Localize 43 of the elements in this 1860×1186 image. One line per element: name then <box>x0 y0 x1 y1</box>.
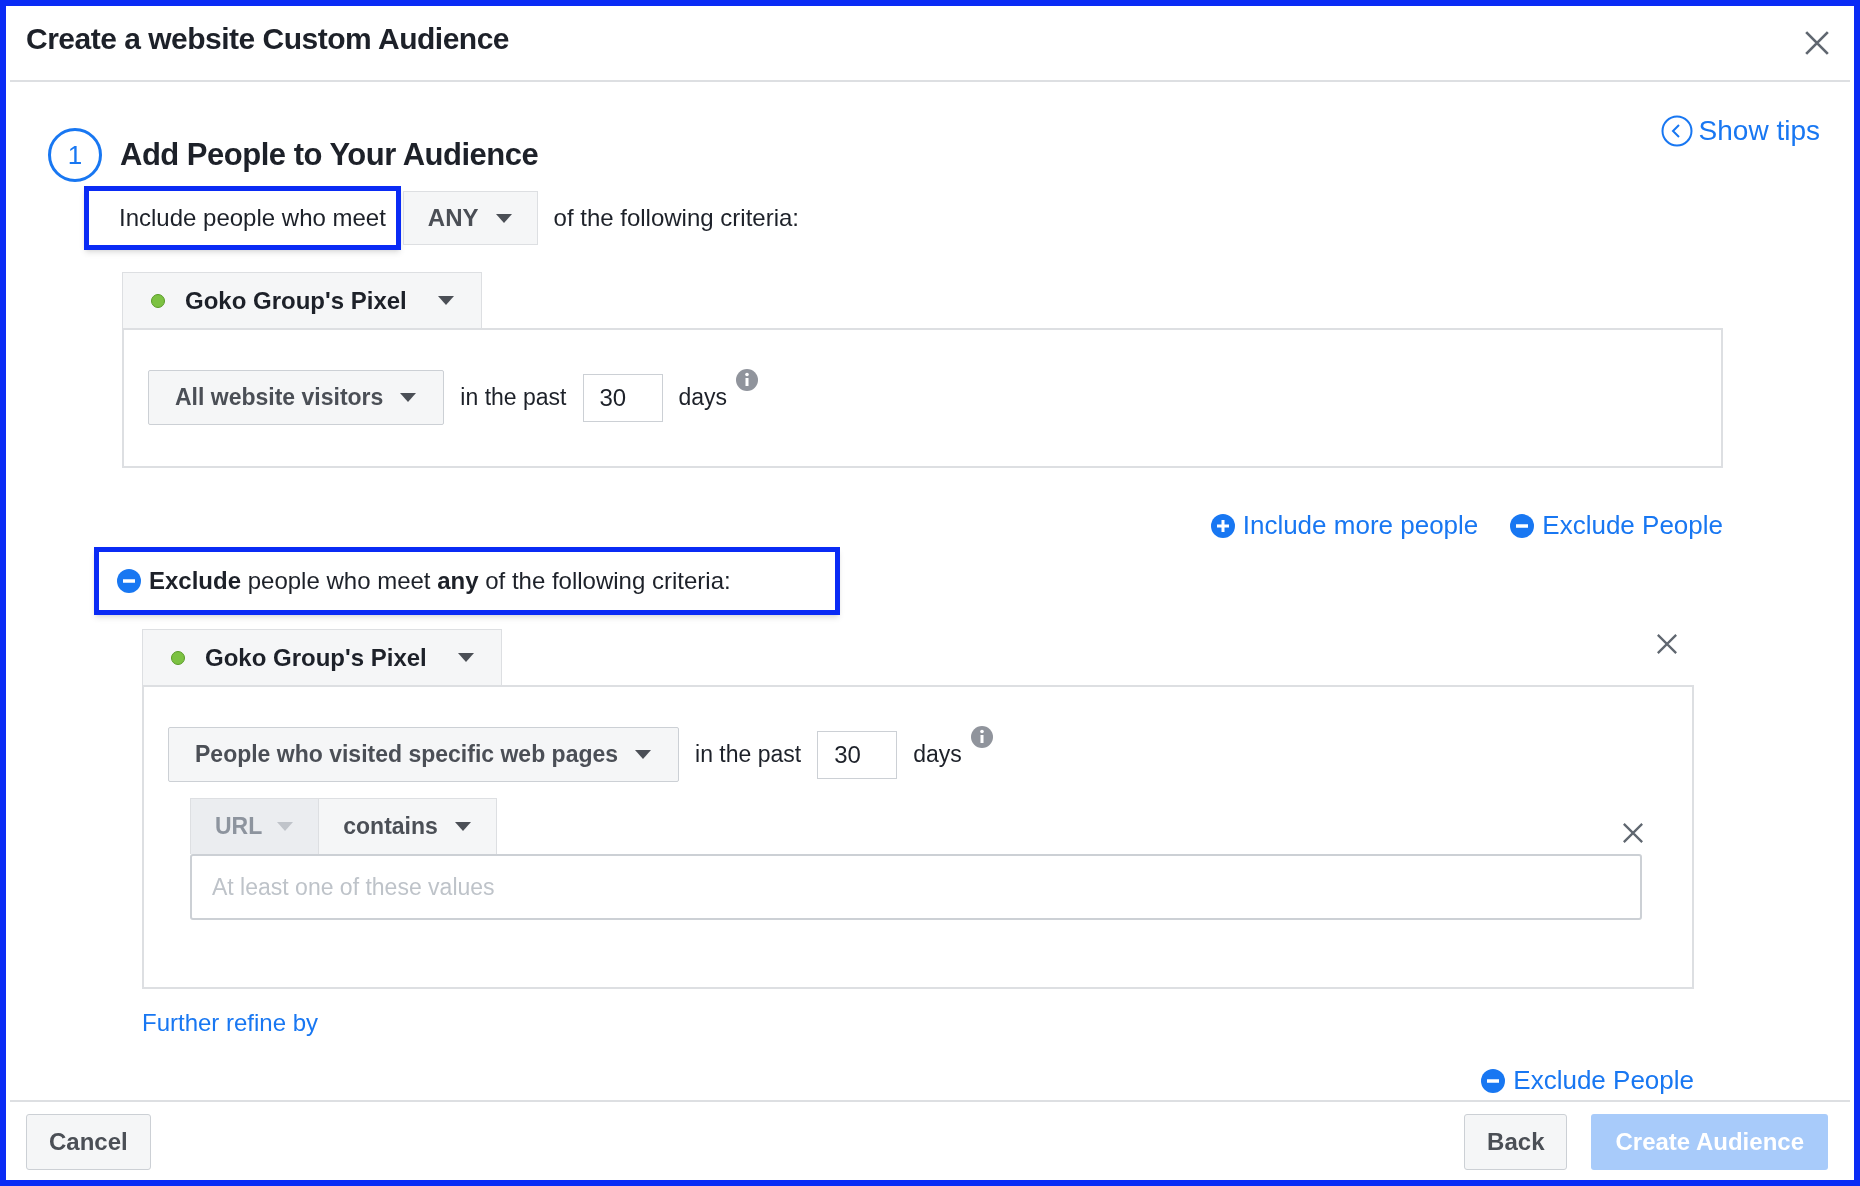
plus-circle-icon <box>1210 513 1235 538</box>
back-button[interactable]: Back <box>1464 1114 1568 1170</box>
info-icon <box>969 725 994 749</box>
exclude-link[interactable]: Exclude People <box>1510 506 1723 545</box>
minus-circle-icon <box>117 569 141 593</box>
days-input[interactable]: 30 <box>582 373 663 422</box>
step-number: 1 <box>48 128 102 182</box>
pixel-dropdown[interactable]: Goko Group's Pixel <box>122 272 482 328</box>
include-more-link[interactable]: Include more people <box>1210 506 1479 545</box>
close-icon[interactable] <box>1804 30 1830 56</box>
info-icon <box>735 368 760 392</box>
exclude-link[interactable]: Exclude People <box>1481 1061 1694 1100</box>
caret-icon <box>456 652 475 663</box>
in-the-past-label: in the past <box>460 383 567 413</box>
show-tips-link[interactable]: Show tips <box>1660 110 1820 152</box>
match-dropdown[interactable]: ANY <box>402 191 538 245</box>
further-refine-link[interactable]: Further refine by <box>142 1005 319 1041</box>
dialog-title: Create a website Custom Audience <box>26 20 510 57</box>
step-title: Add People to Your Audience <box>120 135 539 174</box>
caret-icon <box>634 749 653 760</box>
cancel-button[interactable]: Cancel <box>26 1114 151 1170</box>
operator-dropdown[interactable]: contains <box>319 798 497 854</box>
in-the-past-label: in the past <box>695 740 802 770</box>
caret-icon <box>453 821 472 832</box>
close-icon[interactable] <box>1622 822 1644 844</box>
event-dropdown[interactable]: All website visitors <box>148 370 445 425</box>
chevron-left-circle-icon <box>1660 115 1693 147</box>
include-label: Include people who meet <box>84 186 401 250</box>
days-input[interactable]: 30 <box>817 730 898 779</box>
close-icon[interactable] <box>1656 633 1678 655</box>
caret-icon <box>436 295 455 306</box>
days-label: days <box>678 383 728 413</box>
caret-icon <box>276 821 295 832</box>
caret-icon <box>494 212 513 224</box>
criteria-label: of the following criteria: <box>553 203 799 233</box>
event-dropdown[interactable]: People who visited specific web pages <box>168 727 680 782</box>
caret-icon <box>399 392 418 403</box>
values-input[interactable]: At least one of these values <box>190 854 1642 920</box>
days-label: days <box>913 740 962 770</box>
exclude-criteria-text: Exclude people who meet any of the following criteria: <box>149 566 731 596</box>
pixel-dropdown[interactable]: Goko Group's Pixel <box>142 629 502 685</box>
minus-circle-icon <box>1510 513 1535 538</box>
minus-circle-icon <box>1481 1068 1506 1093</box>
